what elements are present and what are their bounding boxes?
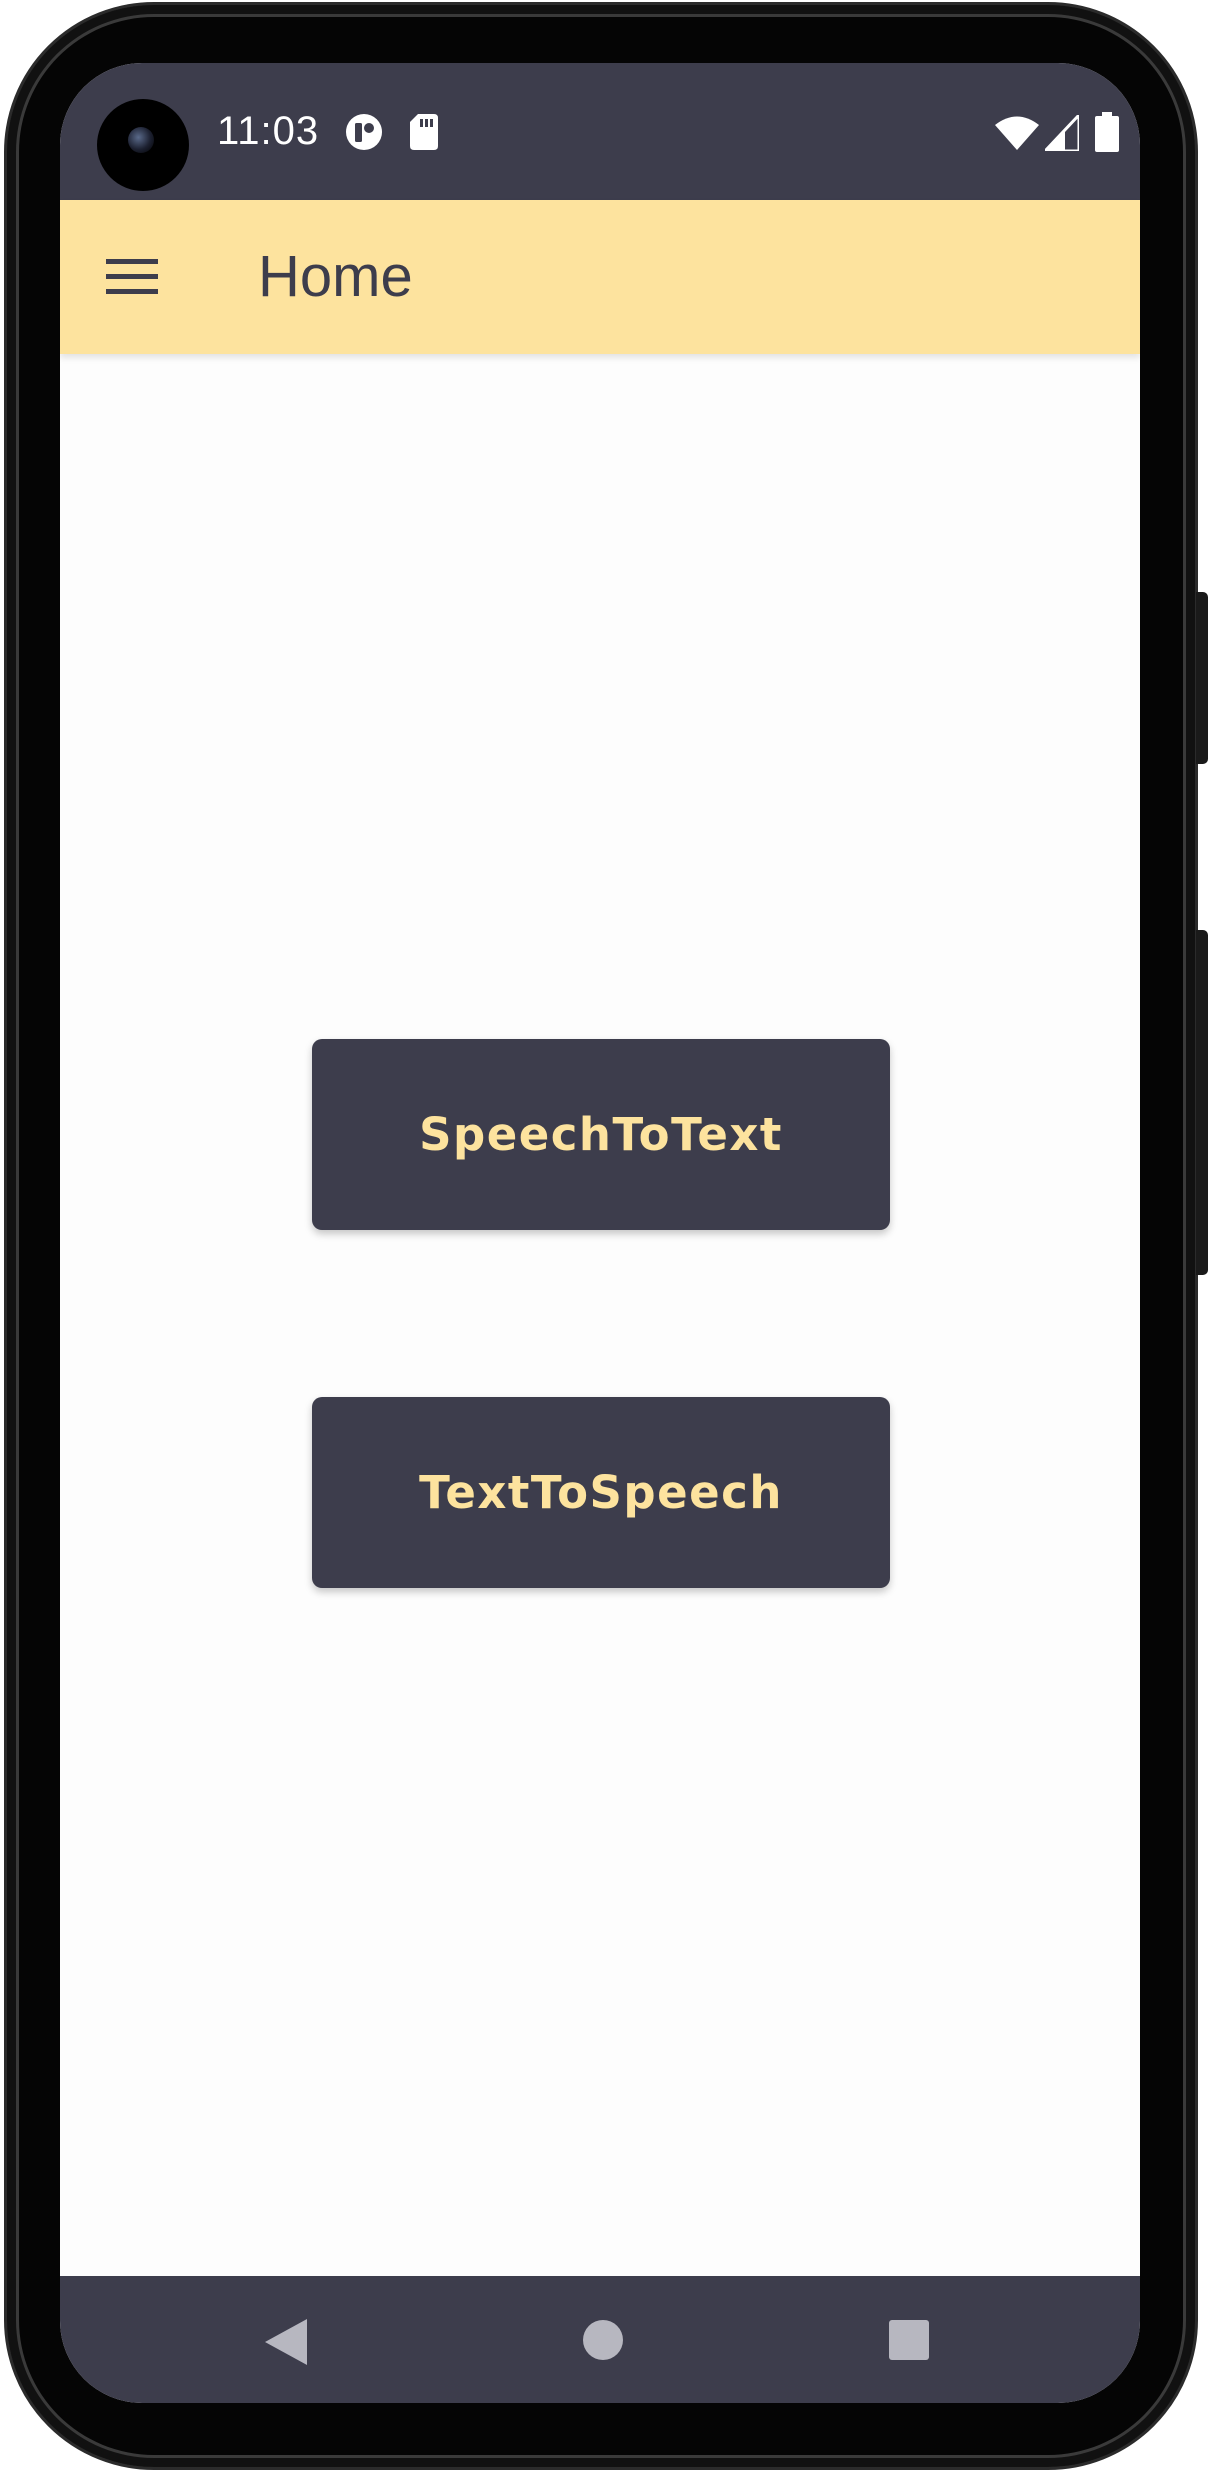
recents-icon[interactable] — [889, 2320, 929, 2360]
power-button — [1196, 592, 1208, 764]
speech-to-text-button[interactable]: SpeechToText — [312, 1039, 890, 1230]
camera-lens — [128, 127, 154, 153]
battery-icon — [1095, 112, 1119, 152]
screen: 11:03 Home SpeechToText TextToSpeech — [60, 63, 1140, 2403]
status-bar: 11:03 — [60, 63, 1140, 200]
page-title: Home — [258, 244, 413, 309]
status-time: 11:03 — [217, 109, 320, 153]
app-notification-icon — [346, 114, 382, 150]
navigation-bar — [60, 2276, 1140, 2403]
wifi-icon — [995, 116, 1039, 150]
volume-rocker — [1196, 930, 1208, 1275]
home-icon[interactable] — [582, 2319, 624, 2361]
main-content: SpeechToText TextToSpeech — [60, 354, 1140, 2276]
front-camera-icon — [97, 99, 189, 191]
hamburger-menu-icon[interactable] — [106, 256, 158, 298]
back-icon[interactable] — [265, 2319, 307, 2365]
text-to-speech-button[interactable]: TextToSpeech — [312, 1397, 890, 1588]
app-bar: Home — [60, 200, 1140, 354]
sd-card-icon — [410, 114, 438, 150]
cell-signal-icon — [1045, 115, 1079, 151]
